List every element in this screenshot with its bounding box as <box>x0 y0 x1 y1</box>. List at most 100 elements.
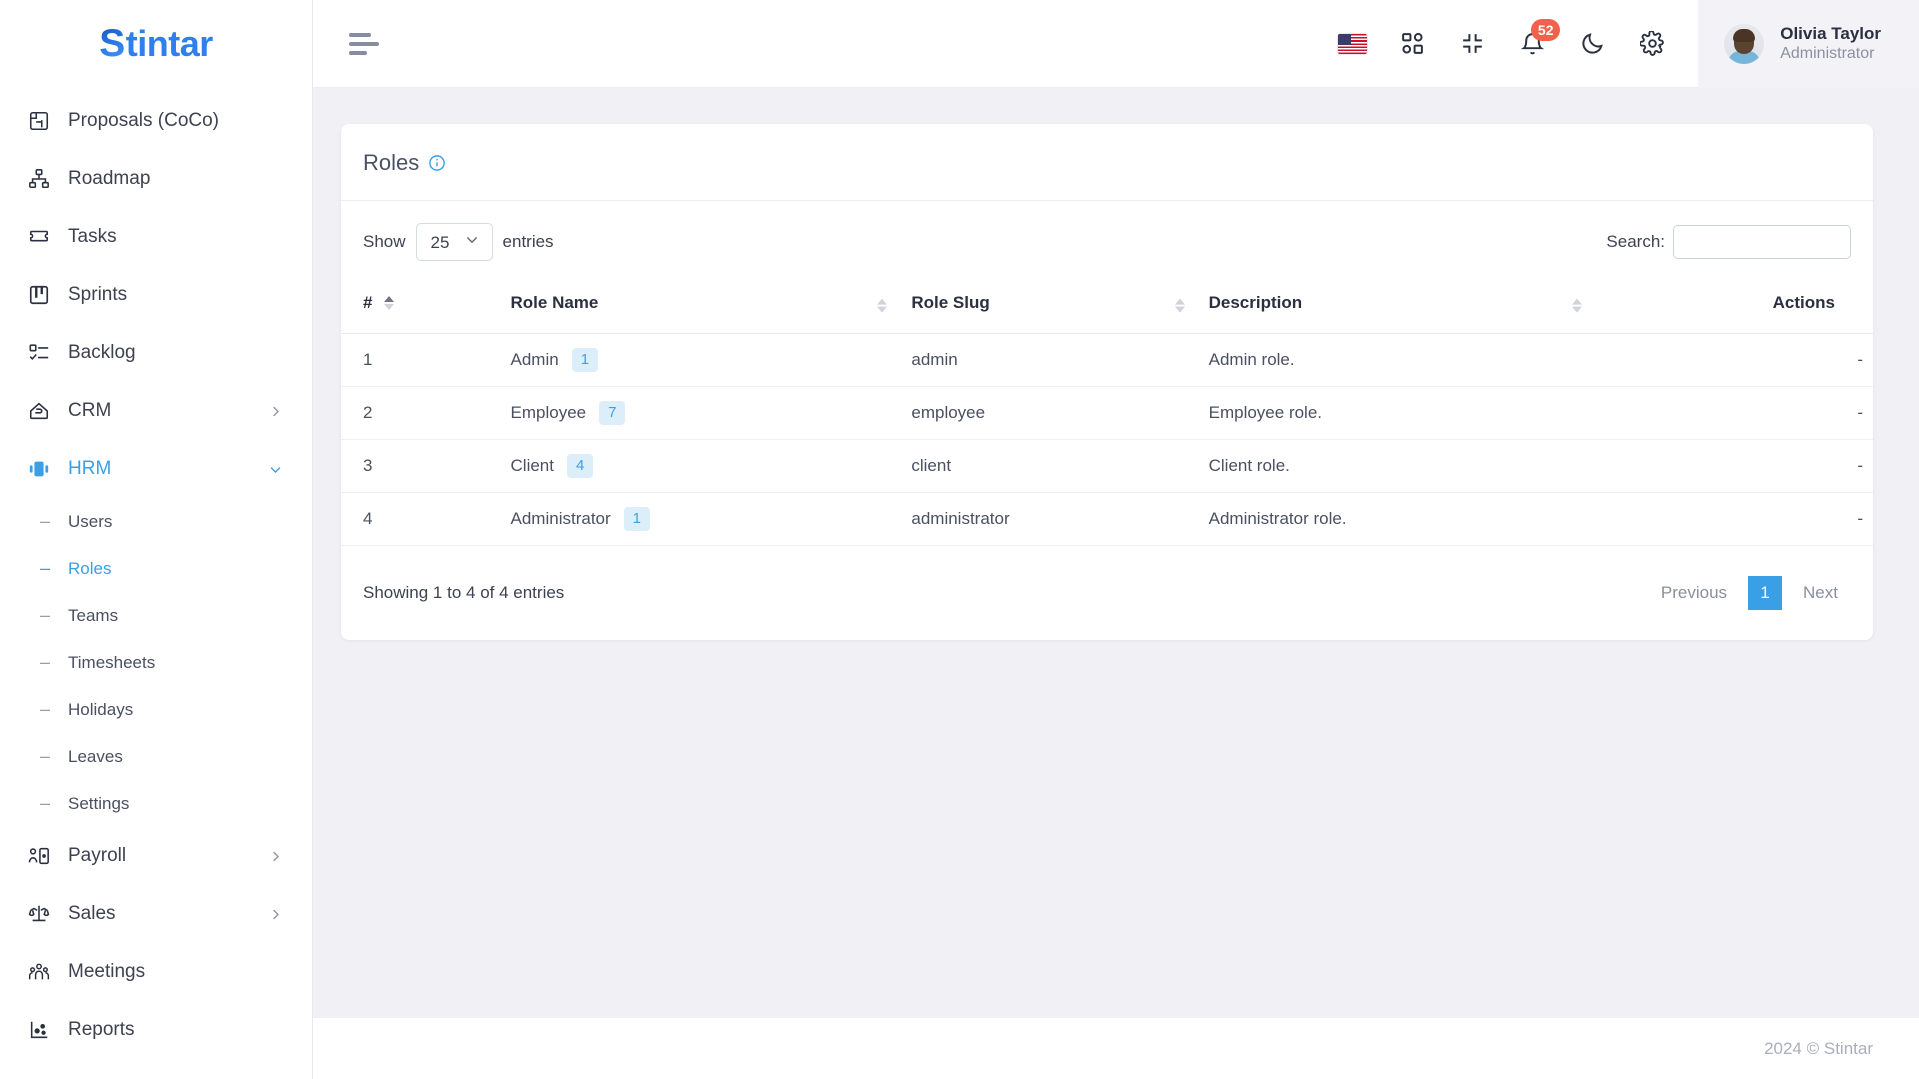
sidebar-item-label: Backlog <box>68 342 136 363</box>
settings-gear-icon[interactable] <box>1622 14 1682 74</box>
user-profile-menu[interactable]: Olivia Taylor Administrator <box>1698 0 1919 88</box>
sidebar-item-proposals[interactable]: Proposals (CoCo) <box>0 92 312 150</box>
sidebar-item-crm[interactable]: CRM <box>0 382 312 440</box>
language-flag-icon[interactable] <box>1322 14 1382 74</box>
search-control: Search: <box>1606 225 1851 259</box>
sidebar-item-label: HRM <box>68 458 112 479</box>
notification-badge: 52 <box>1531 18 1561 41</box>
hamburger-icon[interactable] <box>347 27 381 61</box>
sidebar-subitem-leaves[interactable]: – Leaves <box>0 733 312 780</box>
table-row[interactable]: 1 Admin 1 admin Admin role. - <box>341 333 1873 387</box>
table-header-row: # Role Name Role Slug Description Action… <box>341 281 1873 334</box>
cell-description: Administrator role. <box>1198 492 1596 546</box>
main-content: Roles Show 25 entries Search: # Role Nam… <box>313 88 1919 1017</box>
tasks-icon <box>26 224 52 250</box>
crm-icon <box>26 398 52 424</box>
column-header-actions: Actions <box>1595 281 1873 334</box>
page-title: Roles <box>363 150 420 175</box>
pagination-page-1[interactable]: 1 <box>1748 576 1783 610</box>
column-label: Role Name <box>510 293 599 312</box>
sidebar-subitem-label: Settings <box>68 793 130 813</box>
cell-index: 3 <box>341 439 501 493</box>
pagination-previous-button[interactable]: Previous <box>1648 574 1740 612</box>
sidebar-item-roadmap[interactable]: Roadmap <box>0 150 312 208</box>
cell-description: Admin role. <box>1198 333 1596 387</box>
sidebar-item-backlog[interactable]: Backlog <box>0 324 312 382</box>
hrm-submenu: – Users – Roles – Teams – Timesheets – H… <box>0 498 312 827</box>
table-row[interactable]: 2 Employee 7 employee Employee role. - <box>341 386 1873 440</box>
chevron-right-icon <box>266 905 284 923</box>
apps-grid-icon[interactable] <box>1382 14 1442 74</box>
main-column: 52 Olivia Taylor Administrator Roles Sho… <box>313 0 1919 1079</box>
sidebar-subitem-label: Users <box>68 511 113 531</box>
sidebar-subitem-teams[interactable]: – Teams <box>0 592 312 639</box>
role-count-badge: 4 <box>566 454 594 478</box>
sort-indicator <box>1571 298 1582 313</box>
dash-marker-icon: – <box>40 793 51 813</box>
sidebar-subitem-label: Holidays <box>68 699 134 719</box>
page-length-select[interactable]: 25 <box>415 223 493 261</box>
sort-indicator <box>1174 298 1185 313</box>
sprints-icon <box>26 282 52 308</box>
sidebar-subitem-label: Teams <box>68 605 119 625</box>
cell-role-slug: client <box>901 439 1199 493</box>
role-name-text: Employee <box>510 403 587 422</box>
table-head: # Role Name Role Slug Description Action… <box>341 281 1873 334</box>
cell-description: Employee role. <box>1198 386 1596 440</box>
sidebar-subitem-roles[interactable]: – Roles <box>0 545 312 592</box>
cell-actions: - <box>1595 386 1873 440</box>
sidebar-item-sprints[interactable]: Sprints <box>0 266 312 324</box>
column-header-description[interactable]: Description <box>1198 281 1596 334</box>
sidebar-subitem-timesheets[interactable]: – Timesheets <box>0 639 312 686</box>
brand-logo[interactable]: Stintar <box>0 0 312 88</box>
card-header: Roles <box>341 124 1873 201</box>
sales-icon <box>26 901 52 927</box>
payroll-icon <box>26 843 52 869</box>
role-name-text: Administrator <box>510 509 611 528</box>
sidebar-item-meetings[interactable]: Meetings <box>0 943 312 1001</box>
sidebar-item-hrm[interactable]: HRM <box>0 440 312 498</box>
dash-marker-icon: – <box>40 605 51 625</box>
column-header-role-slug[interactable]: Role Slug <box>901 281 1199 334</box>
sidebar-subitem-settings[interactable]: – Settings <box>0 780 312 827</box>
column-label: Actions <box>1772 293 1835 312</box>
roadmap-icon <box>26 166 52 192</box>
fullscreen-exit-icon[interactable] <box>1442 14 1502 74</box>
search-input[interactable] <box>1673 225 1851 259</box>
role-name-text: Admin <box>510 350 559 369</box>
avatar <box>1724 23 1765 64</box>
column-header-role-name[interactable]: Role Name <box>500 281 902 334</box>
table-row[interactable]: 3 Client 4 client Client role. - <box>341 439 1873 493</box>
role-count-badge: 1 <box>623 507 650 531</box>
dark-mode-moon-icon[interactable] <box>1562 14 1622 74</box>
sidebar-item-sales[interactable]: Sales <box>0 885 312 943</box>
sort-indicator <box>877 298 888 313</box>
sidebar-subitem-label: Timesheets <box>68 652 156 672</box>
chevron-right-icon <box>266 402 284 420</box>
page-length-control: Show 25 entries <box>363 223 554 261</box>
sidebar-subitem-users[interactable]: – Users <box>0 498 312 545</box>
profile-name: Olivia Taylor <box>1780 23 1881 43</box>
sidebar-item-label: Sales <box>68 903 116 924</box>
notifications-bell-icon[interactable]: 52 <box>1502 14 1562 74</box>
cell-role-name: Client 4 <box>500 439 902 493</box>
cell-index: 1 <box>341 333 501 387</box>
column-header-index[interactable]: # <box>341 281 501 334</box>
pagination: Previous 1 Next <box>1648 574 1851 612</box>
table-footer: Showing 1 to 4 of 4 entries Previous 1 N… <box>341 546 1873 640</box>
meetings-icon <box>26 959 52 985</box>
column-label: Role Slug <box>911 293 990 312</box>
table-controls: Show 25 entries Search: <box>341 201 1873 269</box>
proposals-icon <box>26 108 52 134</box>
sidebar-item-payroll[interactable]: Payroll <box>0 827 312 885</box>
table-row[interactable]: 4 Administrator 1 administrator Administ… <box>341 492 1873 546</box>
cell-role-name: Employee 7 <box>500 386 902 440</box>
sidebar-item-reports[interactable]: Reports <box>0 1001 312 1059</box>
sidebar-subitem-holidays[interactable]: – Holidays <box>0 686 312 733</box>
sidebar-item-label: Sprints <box>68 284 128 305</box>
sidebar-item-tasks[interactable]: Tasks <box>0 208 312 266</box>
pagination-next-button[interactable]: Next <box>1790 574 1851 612</box>
sidebar-subitem-label: Roles <box>68 558 112 578</box>
info-circle-icon[interactable] <box>428 154 446 172</box>
sidebar: Stintar Proposals (CoCo) Roadmap Tasks S… <box>0 0 313 1079</box>
